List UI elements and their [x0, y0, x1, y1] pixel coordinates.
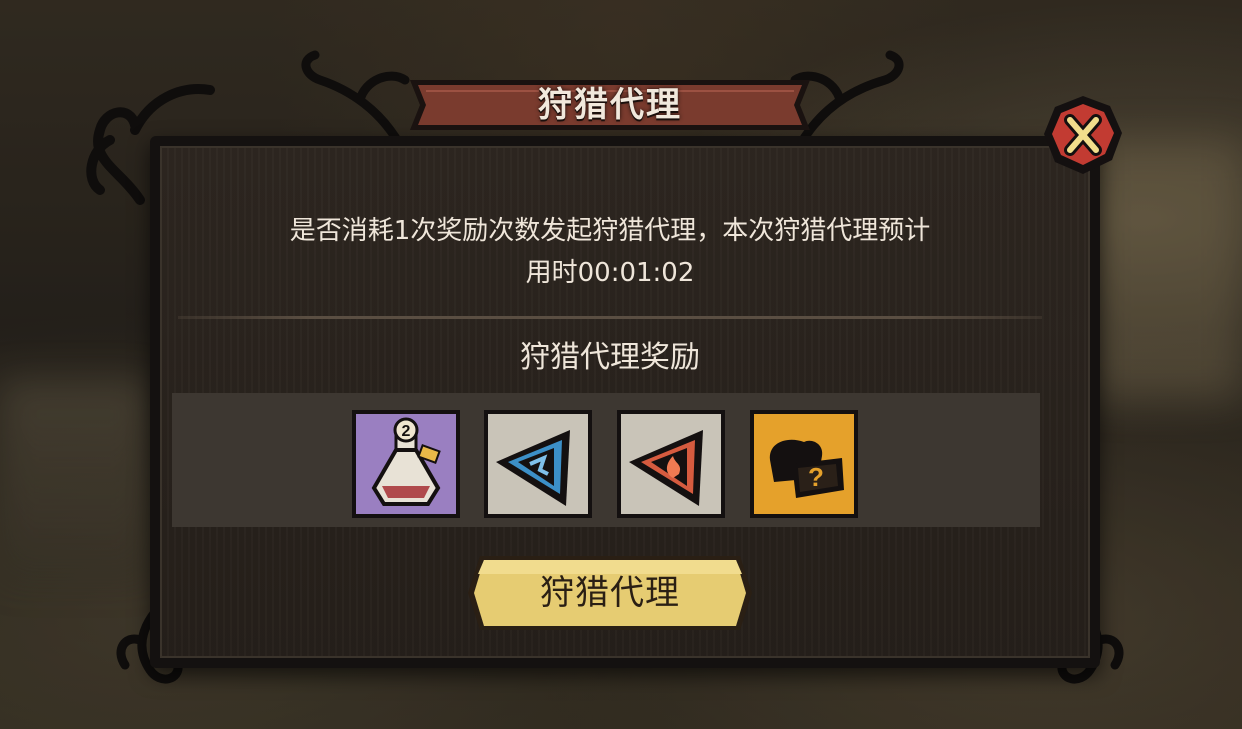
reward-item-potion[interactable]: 2	[350, 408, 462, 520]
close-button[interactable]	[1040, 92, 1126, 178]
reward-item-red-shard[interactable]	[615, 408, 727, 520]
confirmation-message: 是否消耗1次奖励次数发起狩猎代理，本次狩猎代理预计 用时00:01:02	[210, 210, 1010, 294]
game-scene: 狩猎代理 是否消耗1次奖励次数发起狩猎代理，本次狩猎代理预计 用时00:01:0…	[0, 0, 1242, 729]
svg-text:?: ?	[808, 462, 824, 492]
reward-count-badge: 2	[402, 423, 411, 440]
dialog-title: 狩猎代理	[538, 85, 682, 125]
hunt-agent-button[interactable]: 狩猎代理	[466, 552, 754, 634]
divider	[178, 316, 1042, 319]
message-line-2: 用时00:01:02	[525, 258, 695, 288]
blue-triangle-shard-icon	[484, 410, 592, 518]
potion-icon: 2	[352, 410, 460, 518]
red-triangle-shard-icon	[617, 410, 725, 518]
title-banner: 狩猎代理	[400, 72, 820, 138]
reward-item-blue-shard[interactable]	[482, 408, 594, 520]
hunt-agent-button-label: 狩猎代理	[540, 573, 680, 613]
close-icon	[1044, 96, 1122, 174]
mystery-supply-bag-icon: ?	[750, 410, 858, 518]
reward-item-mystery-bag[interactable]: ?	[748, 408, 860, 520]
reward-strip	[172, 393, 1040, 527]
message-line-1: 是否消耗1次奖励次数发起狩猎代理，本次狩猎代理预计	[289, 216, 931, 246]
rewards-heading: 狩猎代理奖励	[520, 340, 700, 375]
